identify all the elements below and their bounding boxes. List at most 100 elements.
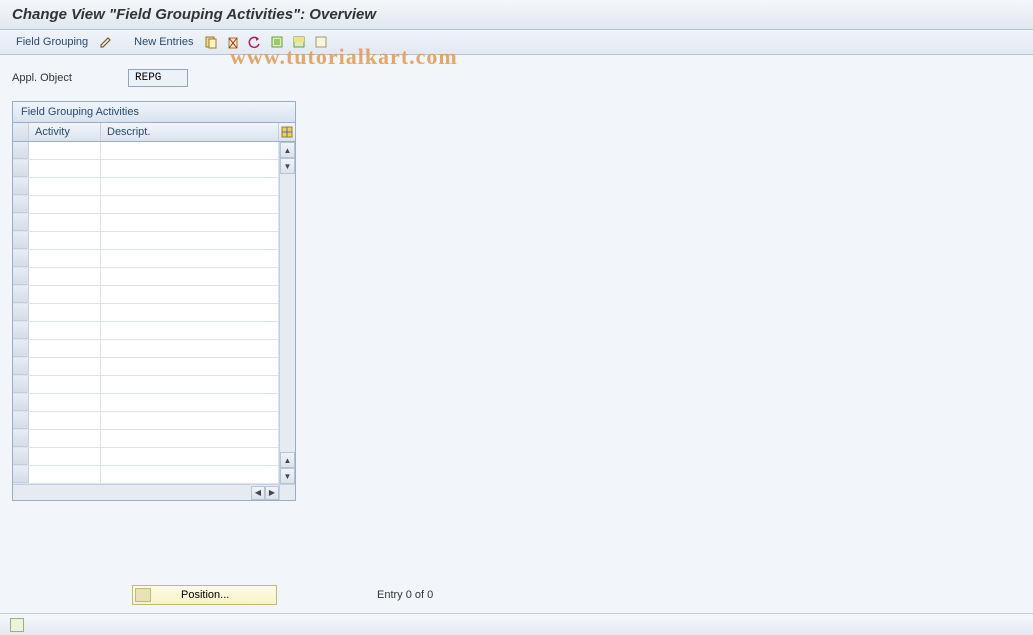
- row-selector[interactable]: [13, 142, 29, 159]
- cell-descript[interactable]: [101, 466, 279, 483]
- row-selector[interactable]: [13, 394, 29, 411]
- row-selector[interactable]: [13, 178, 29, 195]
- table-row[interactable]: [13, 142, 279, 160]
- row-selector[interactable]: [13, 286, 29, 303]
- table-settings-icon[interactable]: [279, 123, 295, 141]
- table-row[interactable]: [13, 232, 279, 250]
- change-icon[interactable]: [98, 34, 114, 50]
- cell-descript[interactable]: [101, 340, 279, 357]
- cell-activity[interactable]: [29, 178, 101, 195]
- scroll-left-icon[interactable]: ◀: [251, 486, 265, 500]
- scroll-up-small-icon[interactable]: ▲: [280, 452, 295, 468]
- row-selector[interactable]: [13, 340, 29, 357]
- table-row[interactable]: [13, 196, 279, 214]
- cell-activity[interactable]: [29, 286, 101, 303]
- cell-activity[interactable]: [29, 430, 101, 447]
- row-selector[interactable]: [13, 448, 29, 465]
- row-selector[interactable]: [13, 232, 29, 249]
- table-row[interactable]: [13, 340, 279, 358]
- cell-descript[interactable]: [101, 196, 279, 213]
- cell-activity[interactable]: [29, 160, 101, 177]
- row-selector[interactable]: [13, 160, 29, 177]
- vertical-scrollbar[interactable]: ▲ ▼ ▲ ▼: [279, 142, 295, 484]
- undo-icon[interactable]: [247, 34, 263, 50]
- cell-descript[interactable]: [101, 358, 279, 375]
- table-row[interactable]: [13, 304, 279, 322]
- table-row[interactable]: [13, 358, 279, 376]
- cell-descript[interactable]: [101, 322, 279, 339]
- cell-activity[interactable]: [29, 304, 101, 321]
- table-row[interactable]: [13, 466, 279, 484]
- select-block-icon[interactable]: [291, 34, 307, 50]
- select-all-icon[interactable]: [269, 34, 285, 50]
- cell-descript[interactable]: [101, 394, 279, 411]
- table-row[interactable]: [13, 322, 279, 340]
- cell-descript[interactable]: [101, 160, 279, 177]
- row-selector[interactable]: [13, 430, 29, 447]
- appl-object-value[interactable]: REPG: [128, 69, 188, 87]
- cell-activity[interactable]: [29, 250, 101, 267]
- cell-descript[interactable]: [101, 286, 279, 303]
- cell-descript[interactable]: [101, 448, 279, 465]
- horizontal-scrollbar[interactable]: ◀ ▶: [101, 485, 279, 500]
- table-row[interactable]: [13, 286, 279, 304]
- table-row[interactable]: [13, 448, 279, 466]
- cell-activity[interactable]: [29, 412, 101, 429]
- select-all-column-header[interactable]: [13, 123, 29, 141]
- cell-descript[interactable]: [101, 214, 279, 231]
- deselect-all-icon[interactable]: [313, 34, 329, 50]
- cell-activity[interactable]: [29, 232, 101, 249]
- table-row[interactable]: [13, 412, 279, 430]
- cell-activity[interactable]: [29, 358, 101, 375]
- cell-descript[interactable]: [101, 412, 279, 429]
- row-selector[interactable]: [13, 250, 29, 267]
- position-button[interactable]: Position...: [132, 585, 277, 605]
- new-entries-button[interactable]: New Entries: [130, 34, 197, 50]
- table-row[interactable]: [13, 394, 279, 412]
- cell-descript[interactable]: [101, 250, 279, 267]
- cell-activity[interactable]: [29, 322, 101, 339]
- row-selector[interactable]: [13, 466, 29, 483]
- cell-descript[interactable]: [101, 142, 279, 159]
- scroll-track[interactable]: [280, 174, 295, 452]
- column-header-descript[interactable]: Descript.: [101, 123, 279, 141]
- delete-icon[interactable]: [225, 34, 241, 50]
- cell-descript[interactable]: [101, 232, 279, 249]
- table-row[interactable]: [13, 214, 279, 232]
- scroll-up-icon[interactable]: ▲: [280, 142, 295, 158]
- row-selector[interactable]: [13, 304, 29, 321]
- cell-activity[interactable]: [29, 268, 101, 285]
- row-selector[interactable]: [13, 322, 29, 339]
- cell-activity[interactable]: [29, 376, 101, 393]
- column-header-activity[interactable]: Activity: [29, 123, 101, 141]
- table-row[interactable]: [13, 430, 279, 448]
- table-row[interactable]: [13, 250, 279, 268]
- cell-activity[interactable]: [29, 340, 101, 357]
- cell-descript[interactable]: [101, 304, 279, 321]
- cell-activity[interactable]: [29, 214, 101, 231]
- scroll-down-icon[interactable]: ▼: [280, 468, 295, 484]
- copy-icon[interactable]: [203, 34, 219, 50]
- table-row[interactable]: [13, 376, 279, 394]
- cell-activity[interactable]: [29, 466, 101, 483]
- row-selector[interactable]: [13, 214, 29, 231]
- row-selector[interactable]: [13, 268, 29, 285]
- cell-activity[interactable]: [29, 142, 101, 159]
- row-selector[interactable]: [13, 358, 29, 375]
- cell-descript[interactable]: [101, 178, 279, 195]
- field-grouping-button[interactable]: Field Grouping: [12, 34, 92, 50]
- cell-descript[interactable]: [101, 376, 279, 393]
- row-selector[interactable]: [13, 376, 29, 393]
- cell-descript[interactable]: [101, 430, 279, 447]
- row-selector[interactable]: [13, 196, 29, 213]
- cell-descript[interactable]: [101, 268, 279, 285]
- cell-activity[interactable]: [29, 448, 101, 465]
- scroll-down-small-icon[interactable]: ▼: [280, 158, 295, 174]
- cell-activity[interactable]: [29, 196, 101, 213]
- cell-activity[interactable]: [29, 394, 101, 411]
- scroll-right-icon[interactable]: ▶: [265, 486, 279, 500]
- table-row[interactable]: [13, 268, 279, 286]
- table-row[interactable]: [13, 160, 279, 178]
- row-selector[interactable]: [13, 412, 29, 429]
- table-row[interactable]: [13, 178, 279, 196]
